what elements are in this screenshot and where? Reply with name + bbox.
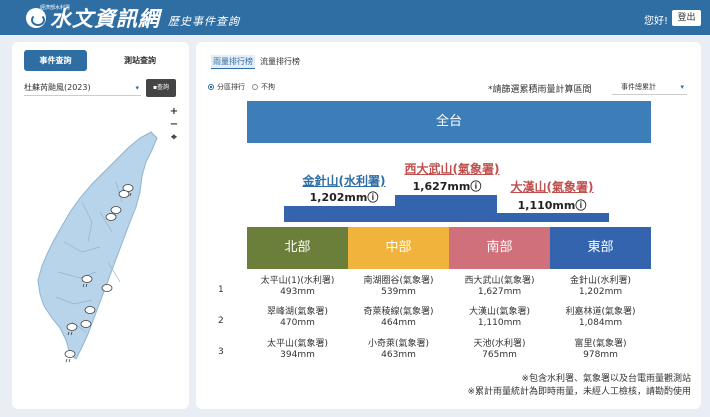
range-select-value: 事件總累計 [621, 83, 656, 91]
rank-cell[interactable]: 利嘉林道(氣象署) 1,084mm [550, 307, 651, 329]
region-north: 北部 [247, 227, 348, 269]
overall-banner: 全台 [247, 101, 651, 143]
rank-cell[interactable]: 太平山(氣象署) 394mm [247, 339, 348, 361]
rain-cloud-icon [84, 306, 96, 314]
station-name: 金針山(水利署) [569, 276, 632, 286]
water-drop-icon [26, 7, 46, 28]
rank-cell[interactable]: 翠峰湖(氣象署) 470mm [247, 307, 348, 329]
region-east: 東部 [550, 227, 651, 269]
rank-number: 2 [218, 316, 224, 326]
rain-cloud-icon [64, 350, 76, 363]
podium-1-value: 1,627mmⓘ [412, 180, 482, 193]
site-subtitle: 歷史事件查詢 [168, 14, 240, 28]
station-name: 翠峰湖(氣象署) [266, 307, 329, 317]
station-name: 富里(氣象署) [574, 339, 627, 349]
station-name: 西大武山(氣象署) [464, 276, 535, 286]
station-name: 利嘉林道(氣象署) [565, 307, 636, 317]
rank-cell[interactable]: 金針山(水利署) 1,202mm [550, 276, 651, 298]
range-select[interactable]: 事件總累計 ▾ [612, 80, 687, 95]
podium-3-value: 1,110mmⓘ [517, 199, 587, 212]
right-panel: 雨量排行榜 流量排行榜 分區排行 不拘 *請篩選累積雨量計算區間 事件總累計 ▾… [196, 42, 701, 409]
station-value: 1,202mm [578, 287, 623, 297]
range-hint: *請篩選累積雨量計算區間 [488, 85, 592, 95]
ranking-mode-radios: 分區排行 不拘 [208, 82, 275, 92]
rain-cloud-icon [80, 320, 92, 328]
station-value: 470mm [280, 318, 315, 328]
taiwan-map[interactable] [12, 42, 189, 409]
region-south: 南部 [449, 227, 550, 269]
station-name: 小奇萊(氣象署) [367, 339, 430, 349]
radio-by-region-label: 分區排行 [217, 83, 245, 91]
footnote-source: ※包含水利署、氣象署以及台電雨量觀測站 [521, 374, 691, 384]
podium-3-name[interactable]: 大漢山(氣象署) [497, 178, 607, 195]
station-value: 394mm [280, 350, 315, 360]
station-value: 765mm [482, 350, 517, 360]
radio-any[interactable] [252, 84, 258, 90]
rank-cell[interactable]: 太平山(1)(水利署) 493mm [247, 276, 348, 298]
top-bar: 經濟部水利署 水文資訊網 歷史事件查詢 您好! 登出 [0, 0, 710, 35]
tab-rainfall-ranking[interactable]: 雨量排行榜 [211, 55, 255, 69]
station-value: 1,110mm [477, 318, 522, 328]
region-central: 中部 [348, 227, 449, 269]
site-logo[interactable]: 經濟部水利署 水文資訊網 歷史事件查詢 [26, 4, 240, 31]
podium-1-name[interactable]: 西大武山(氣象署) [392, 160, 512, 177]
station-value: 978mm [583, 350, 618, 360]
podium-2-block [284, 206, 395, 222]
rank-cell[interactable]: 奇萊稜線(氣象署) 464mm [348, 307, 449, 329]
podium-2-name[interactable]: 金針山(水利署) [284, 172, 404, 189]
info-icon[interactable]: ⓘ [367, 191, 378, 204]
station-value: 1,084mm [578, 318, 623, 328]
radio-by-region[interactable] [208, 84, 214, 90]
rank-cell[interactable]: 小奇萊(氣象署) 463mm [348, 339, 449, 361]
rank-cell[interactable]: 西大武山(氣象署) 1,627mm [449, 276, 550, 298]
rank-cell[interactable]: 富里(氣象署) 978mm [550, 339, 651, 361]
rain-cloud-icon [105, 213, 117, 221]
tab-flow-ranking[interactable]: 流量排行榜 [260, 56, 300, 67]
station-value: 464mm [381, 318, 416, 328]
station-name: 天池(水利署) [473, 339, 526, 349]
podium-3-block [497, 213, 609, 222]
info-icon[interactable]: ⓘ [470, 180, 481, 193]
rank-cell[interactable]: 大漢山(氣象署) 1,110mm [449, 307, 550, 329]
rank-cell[interactable]: 南湖圈谷(氣象署) 539mm [348, 276, 449, 298]
rank-cell[interactable]: 天池(水利署) 765mm [449, 339, 550, 361]
rank-number: 3 [218, 347, 224, 357]
podium-2-value: 1,202mmⓘ [309, 191, 379, 204]
left-panel: 事件查詢 測站查詢 杜蘇芮颱風(2023) ▾ ▪查詢 + − ⌖ [12, 42, 189, 409]
greeting-text: 您好! [643, 16, 668, 27]
info-icon[interactable]: ⓘ [575, 199, 586, 212]
station-value: 1,627mm [477, 287, 522, 297]
podium-1-block [395, 195, 497, 222]
station-name: 南湖圈谷(氣象署) [363, 276, 434, 286]
station-name: 奇萊稜線(氣象署) [363, 307, 434, 317]
chevron-down-icon: ▾ [680, 83, 684, 91]
station-value: 493mm [280, 287, 315, 297]
logout-button[interactable]: 登出 [672, 10, 701, 26]
rain-cloud-icon [118, 190, 130, 198]
rank-number: 1 [218, 285, 224, 295]
station-name: 太平山(1)(水利署) [260, 276, 335, 286]
footnote-disclaimer: ※累計雨量統計為即時雨量，未經人工檢核，請勘酌使用 [467, 387, 691, 397]
station-name: 大漢山(氣象署) [468, 307, 531, 317]
taiwan-island [37, 131, 158, 360]
station-value: 539mm [381, 287, 416, 297]
station-name: 太平山(氣象署) [266, 339, 329, 349]
org-label: 經濟部水利署 [40, 5, 71, 11]
radio-any-label: 不拘 [261, 83, 275, 91]
station-value: 463mm [381, 350, 416, 360]
rain-cloud-icon [101, 284, 113, 292]
